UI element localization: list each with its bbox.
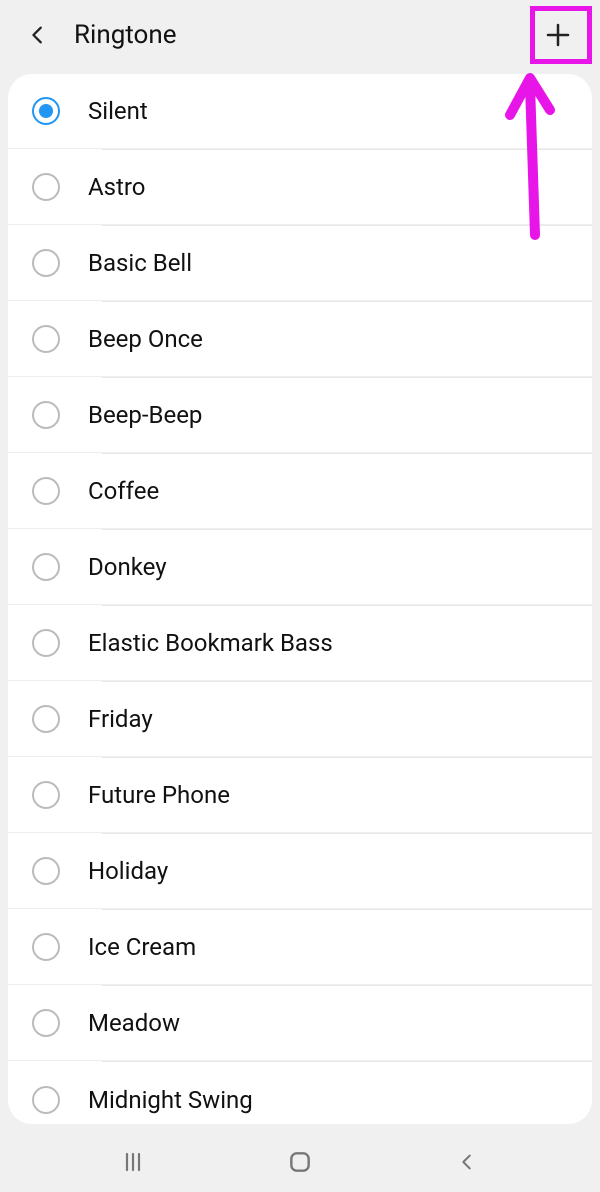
ringtone-item[interactable]: Future Phone [8,758,592,833]
radio-button[interactable] [32,325,60,353]
radio-button[interactable] [32,857,60,885]
page-title: Ringtone [74,20,534,50]
ringtone-item[interactable]: Donkey [8,530,592,605]
radio-button[interactable] [32,173,60,201]
ringtone-label: Friday [88,705,153,733]
ringtone-label: Meadow [88,1009,180,1037]
ringtone-label: Holiday [88,857,168,885]
ringtone-item[interactable]: Midnight Swing [8,1062,592,1124]
ringtone-label: Beep Once [88,325,203,353]
back-button[interactable] [18,15,58,55]
ringtone-item[interactable]: Beep Once [8,302,592,377]
ringtone-item[interactable]: Beep-Beep [8,378,592,453]
radio-button[interactable] [32,553,60,581]
nav-home-button[interactable] [275,1142,325,1182]
radio-button[interactable] [32,477,60,505]
ringtone-label: Midnight Swing [88,1086,253,1114]
ringtone-item[interactable]: Astro [8,150,592,225]
navigation-bar [0,1132,600,1192]
radio-button[interactable] [32,705,60,733]
radio-button[interactable] [32,97,60,125]
app-header: Ringtone [0,0,600,70]
ringtone-label: Beep-Beep [88,401,202,429]
nav-back-button[interactable] [442,1142,492,1182]
plus-icon [543,20,573,50]
ringtone-list: Silent Astro Basic Bell Beep Once Beep-Beep C… [8,74,592,1124]
ringtone-item[interactable]: Elastic Bookmark Bass [8,606,592,681]
radio-button[interactable] [32,629,60,657]
ringtone-label: Coffee [88,477,159,505]
chevron-left-icon [27,24,49,46]
back-icon [456,1151,478,1173]
ringtone-label: Future Phone [88,781,230,809]
radio-button[interactable] [32,1086,60,1114]
radio-button[interactable] [32,1009,60,1037]
ringtone-item[interactable]: Silent [8,74,592,149]
ringtone-label: Astro [88,173,145,201]
ringtone-label: Donkey [88,553,167,581]
ringtone-item[interactable]: Basic Bell [8,226,592,301]
ringtone-item[interactable]: Friday [8,682,592,757]
radio-button[interactable] [32,249,60,277]
ringtone-item[interactable]: Meadow [8,986,592,1061]
ringtone-label: Basic Bell [88,249,192,277]
home-icon [287,1149,313,1175]
recents-icon [121,1150,145,1174]
ringtone-label: Silent [88,97,148,125]
radio-button[interactable] [32,781,60,809]
radio-button[interactable] [32,401,60,429]
ringtone-label: Elastic Bookmark Bass [88,629,333,657]
ringtone-item[interactable]: Ice Cream [8,910,592,985]
radio-button[interactable] [32,933,60,961]
ringtone-item[interactable]: Holiday [8,834,592,909]
nav-recents-button[interactable] [108,1142,158,1182]
ringtone-card: Silent Astro Basic Bell Beep Once Beep-Beep C… [8,74,592,1124]
add-button[interactable] [534,11,582,59]
ringtone-label: Ice Cream [88,933,196,961]
ringtone-item[interactable]: Coffee [8,454,592,529]
